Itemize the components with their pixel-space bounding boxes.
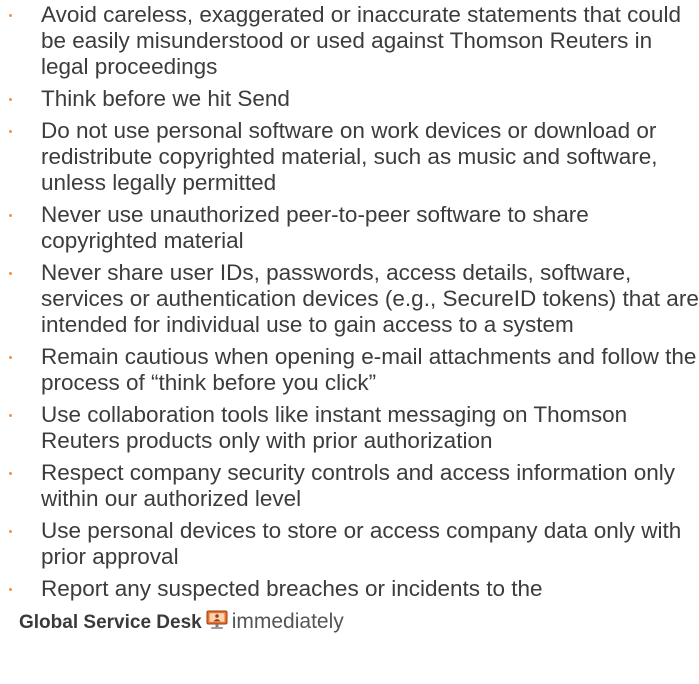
bullet-dot [6,344,16,370]
bullet-dot [6,260,16,286]
report-line: Global Service Desk immediately [19,608,699,636]
bullet-dot [6,86,16,112]
list-item-report: Report any suspected breaches or inciden… [0,576,699,636]
bullet-dot [6,518,16,544]
list-item-text: Think before we hit Send [41,86,290,111]
list-item: Use collaboration tools like instant mes… [0,402,699,454]
bullet-dot [6,2,16,28]
list-item: Avoid careless, exaggerated or inaccurat… [0,2,699,80]
bullet-dot [6,460,16,486]
list-item: Remain cautious when opening e-mail atta… [0,344,699,396]
list-item-text: Report any suspected breaches or inciden… [41,576,543,601]
list-item-text: Use personal devices to store or access … [41,518,682,569]
list-item-text: Use collaboration tools like instant mes… [41,402,628,453]
bullet-list: Avoid careless, exaggerated or inaccurat… [0,2,699,642]
list-item: Think before we hit Send [0,86,699,112]
report-after-text: immediately [231,610,344,633]
global-service-desk-link[interactable]: Global Service Desk [19,612,202,633]
bullet-dot [6,118,16,144]
list-item: Do not use personal software on work dev… [0,118,699,196]
list-item: Never use unauthorized peer-to-peer soft… [0,202,699,254]
bullet-dot [6,202,16,228]
bullet-dot [6,402,16,428]
list-item-text: Remain cautious when opening e-mail atta… [41,344,697,395]
list-item: Never share user IDs, passwords, access … [0,260,699,338]
list-item-text: Do not use personal software on work dev… [41,118,658,195]
list-item-text: Respect company security controls and ac… [41,460,676,511]
list-item-text: Avoid careless, exaggerated or inaccurat… [41,2,681,79]
list-item: Use personal devices to store or access … [0,518,699,570]
list-item-text: Never share user IDs, passwords, access … [41,260,699,337]
list-item: Respect company security controls and ac… [0,460,699,512]
list-item-text: Never use unauthorized peer-to-peer soft… [41,202,589,253]
monitor-icon[interactable] [206,610,228,636]
bullet-dot [6,576,16,602]
